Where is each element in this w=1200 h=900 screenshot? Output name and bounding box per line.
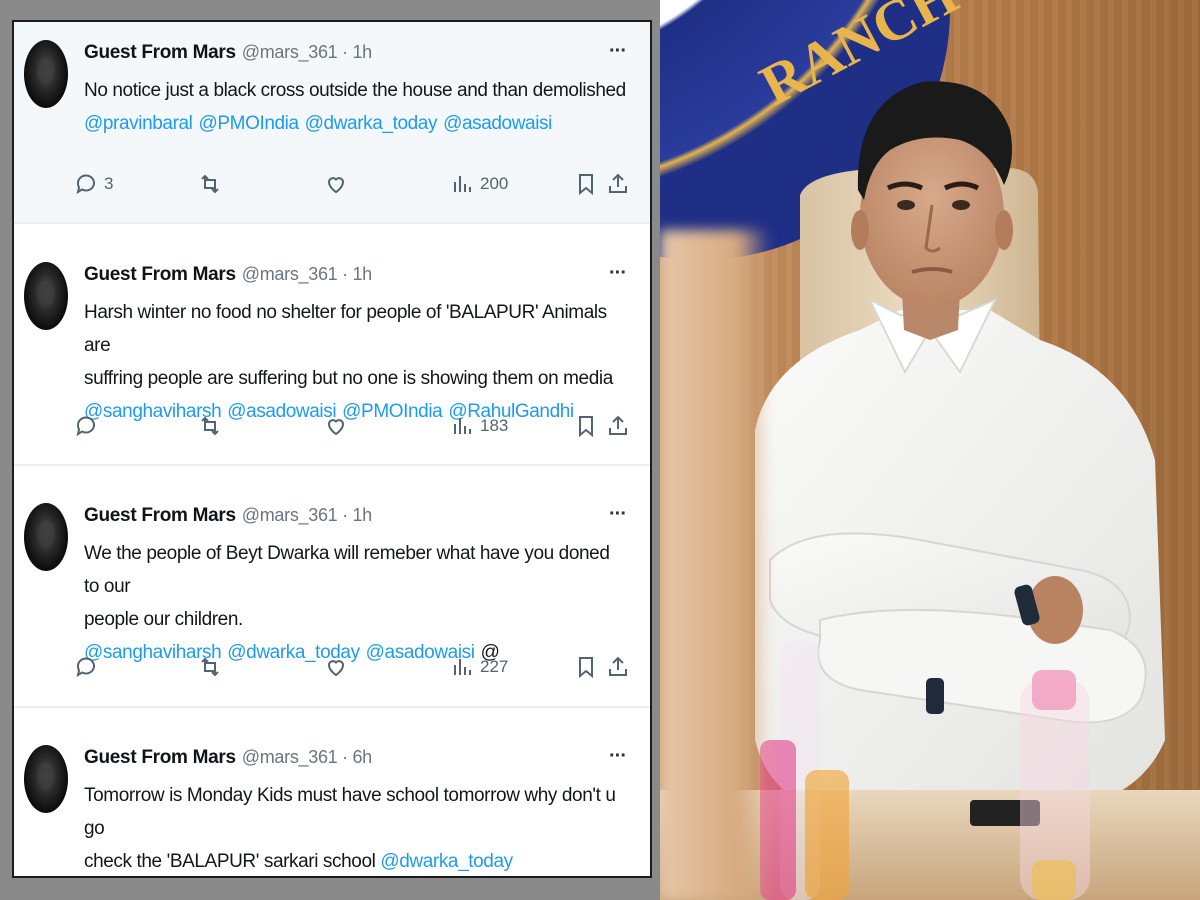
tweet-text-line: We the people of Beyt Dwarka will remebe… (84, 543, 610, 597)
reply-button[interactable] (74, 655, 98, 679)
tweet-2[interactable]: ··· Guest From Mars @mars_361 · 1h Harsh… (14, 244, 650, 464)
bookmark-icon (579, 174, 593, 196)
views-button[interactable]: 200 (450, 172, 508, 196)
tweet-screenshot-panel: ··· Guest From Mars @mars_361 · 1h No no… (0, 0, 660, 900)
more-options-icon[interactable]: ··· (609, 262, 627, 285)
tweet-text-line: suffring people are suffering but no one… (84, 368, 613, 389)
tweet-actions: 3 200 (74, 172, 627, 202)
tweet-text-line: check the 'BALAPUR' sarkari school @dwar… (84, 845, 626, 876)
tweet-3[interactable]: ··· Guest From Mars @mars_361 · 1h We th… (14, 485, 650, 705)
tweet-text: We the people of Beyt Dwarka will remebe… (84, 537, 626, 636)
views-button[interactable]: 183 (450, 414, 508, 438)
share-button[interactable] (606, 414, 630, 438)
share-button[interactable] (606, 655, 630, 679)
tweet-text-line: people our children. (84, 609, 243, 630)
avatar[interactable] (24, 262, 68, 330)
heart-icon (327, 419, 345, 436)
foreground-blur (660, 230, 770, 900)
share-icon (609, 415, 627, 435)
retweet-button[interactable] (198, 172, 222, 196)
author-name[interactable]: Guest From Mars (84, 505, 236, 527)
mention-link[interactable]: @dwarka_today (305, 113, 438, 134)
view-count: 200 (480, 174, 509, 193)
retweet-icon (201, 174, 219, 194)
retweet-button[interactable] (198, 414, 222, 438)
view-count: 183 (480, 416, 509, 435)
tweet-divider (14, 464, 650, 466)
bookmark-button[interactable] (574, 655, 598, 679)
avatar[interactable] (24, 503, 68, 571)
tweet-text: Tomorrow is Monday Kids must have school… (84, 779, 626, 876)
tweet-4[interactable]: ··· Guest From Mars @mars_361 · 6h Tomor… (14, 727, 650, 876)
author-handle-time[interactable]: @mars_361 · 1h (242, 505, 372, 526)
reply-button[interactable] (74, 414, 98, 438)
photo-official-seated: RANCH (660, 0, 1200, 900)
tweet-divider (14, 706, 650, 708)
tweet-text: Harsh winter no food no shelter for peop… (84, 296, 626, 395)
views-chart-icon (454, 418, 471, 434)
more-options-icon[interactable]: ··· (609, 745, 627, 768)
share-button[interactable] (606, 172, 630, 196)
avatar[interactable] (24, 40, 68, 108)
reply-icon (76, 657, 95, 678)
tweet-text-line: Tomorrow is Monday Kids must have school… (84, 785, 616, 839)
more-options-icon[interactable]: ··· (609, 40, 627, 63)
tweet-actions: 183 (74, 414, 627, 444)
views-chart-icon (454, 659, 471, 675)
reply-button[interactable]: 3 (74, 172, 113, 196)
retweet-icon (201, 416, 219, 436)
tweet-text-line: Harsh winter no food no shelter for peop… (84, 302, 607, 356)
author-name[interactable]: Guest From Mars (84, 264, 236, 286)
heart-icon (327, 177, 345, 194)
like-button[interactable] (324, 172, 348, 196)
view-count: 227 (480, 657, 509, 676)
bookmark-icon (579, 657, 593, 679)
bookmark-button[interactable] (574, 414, 598, 438)
tweet-text-segment: check the 'BALAPUR' sarkari school (84, 851, 376, 872)
tweet-text-line: No notice just a black cross outside the… (84, 80, 626, 101)
retweet-icon (201, 657, 219, 677)
reply-icon (76, 416, 95, 437)
bookmark-icon (579, 416, 593, 438)
tweet-list: ··· Guest From Mars @mars_361 · 1h No no… (12, 20, 652, 878)
author-name[interactable]: Guest From Mars (84, 747, 236, 769)
more-options-icon[interactable]: ··· (609, 503, 627, 526)
mention-link[interactable]: @pravinbaral (84, 113, 193, 134)
author-name[interactable]: Guest From Mars (84, 42, 236, 64)
like-button[interactable] (324, 414, 348, 438)
avatar[interactable] (24, 745, 68, 813)
retweet-button[interactable] (198, 655, 222, 679)
tweet-divider (14, 222, 650, 224)
heart-icon (327, 660, 345, 677)
reply-icon (76, 174, 95, 195)
author-handle-time[interactable]: @mars_361 · 1h (242, 264, 372, 285)
views-button[interactable]: 227 (450, 655, 508, 679)
share-icon (609, 173, 627, 193)
author-handle-time[interactable]: @mars_361 · 6h (242, 747, 372, 768)
mention-link[interactable]: @dwarka_today (380, 851, 513, 872)
mention-link[interactable]: @asadowaisi (443, 113, 552, 134)
tweet-text: No notice just a black cross outside the… (84, 74, 626, 107)
share-icon (609, 656, 627, 676)
mentions: @pravinbaral @PMOIndia @dwarka_today @asado… (84, 107, 626, 140)
like-button[interactable] (324, 655, 348, 679)
views-chart-icon (454, 176, 471, 192)
tweet-actions: 227 (74, 655, 627, 685)
author-handle-time[interactable]: @mars_361 · 1h (242, 42, 372, 63)
reply-count: 3 (104, 174, 114, 193)
tweet-1[interactable]: ··· Guest From Mars @mars_361 · 1h No no… (14, 22, 650, 222)
bookmark-button[interactable] (574, 172, 598, 196)
mention-link[interactable]: @PMOIndia (199, 113, 300, 134)
